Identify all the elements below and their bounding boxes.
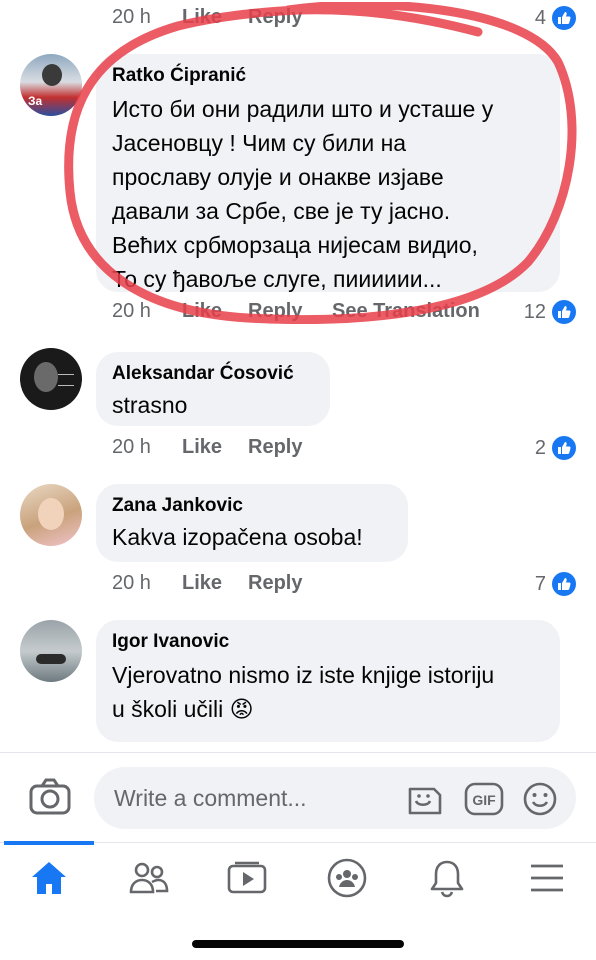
reaction-count[interactable]: 4 <box>535 4 578 32</box>
tab-home[interactable] <box>0 843 98 913</box>
comment-line: Већих србморзаца нијесам видио, <box>112 232 478 258</box>
menu-icon <box>531 864 563 892</box>
comment-author[interactable]: Aleksandar Ćosović <box>112 362 314 386</box>
bottom-tab-bar <box>0 841 596 913</box>
comment-text: strasno <box>112 392 188 418</box>
comment-author[interactable]: Igor Ivanovic <box>112 630 544 654</box>
comment-placeholder: Write a comment... <box>114 785 307 811</box>
comment-line: Vjerovatno nismo iz iste knjige istoriju <box>112 662 495 688</box>
avatar-text-lines <box>58 374 74 386</box>
like-count: 4 <box>534 6 546 29</box>
reply-action[interactable]: Reply <box>248 572 302 595</box>
comment-time: 20 h <box>112 6 151 28</box>
reaction-count[interactable]: 12 <box>524 298 578 326</box>
comment-input[interactable]: Write a comment... GIF <box>94 767 576 829</box>
comment-author[interactable]: Zana Jankovic <box>112 494 392 518</box>
home-indicator <box>192 940 404 948</box>
comment-line: Јасеновцу ! Чим су били на <box>112 130 407 156</box>
comment-line: То су ђавоље слуге, пииииии... <box>112 266 442 292</box>
comment-time: 20 h <box>112 436 151 458</box>
avatar[interactable] <box>20 348 82 410</box>
thumbs-up-icon <box>550 570 578 598</box>
comment-line: Исто би они радили што и усташе у <box>112 96 494 122</box>
avatar[interactable]: За <box>20 54 82 116</box>
tab-menu[interactable] <box>498 843 596 913</box>
like-action[interactable]: Like <box>182 6 222 29</box>
camera-icon[interactable] <box>28 777 72 822</box>
comment-time: 20 h <box>112 572 151 594</box>
comment-bubble: Ratko Ćipranić Исто би они радили што и … <box>96 54 560 292</box>
tab-friends[interactable] <box>100 843 198 913</box>
comment-line: давали за Србе, све је ту јасно. <box>112 198 451 224</box>
reply-action[interactable]: Reply <box>248 6 302 29</box>
friends-icon <box>129 862 169 894</box>
tab-notifications[interactable] <box>398 843 496 913</box>
like-action[interactable]: Like <box>182 300 222 323</box>
like-count: 12 <box>523 300 546 323</box>
comment-meta-row: 20 h Like Reply <box>0 436 596 460</box>
avatar-person <box>42 64 62 86</box>
comment-author[interactable]: Ratko Ćipranić <box>112 64 544 88</box>
comment-line: u školi učili 😡 <box>112 696 254 722</box>
thumbs-up-icon <box>550 434 578 462</box>
comment-meta-row: 20 h Like Reply <box>0 6 596 30</box>
notifications-icon <box>430 860 464 898</box>
emoji-icon[interactable] <box>522 781 558 822</box>
avatar-face <box>34 362 58 392</box>
comment-text: Исто би они радили што и усташе у Јасено… <box>112 92 544 296</box>
gif-icon[interactable]: GIF <box>464 781 504 822</box>
comment-bubble: Aleksandar Ćosović strasno <box>96 352 330 426</box>
reaction-count[interactable]: 7 <box>535 570 578 598</box>
avatar[interactable] <box>20 620 82 682</box>
home-icon <box>32 862 66 894</box>
avatar-badge: За <box>28 94 43 108</box>
tab-groups[interactable] <box>298 843 396 913</box>
gif-label: GIF <box>472 792 496 808</box>
avatar[interactable] <box>20 484 82 546</box>
like-count: 7 <box>534 572 546 595</box>
avatar-jetski <box>36 654 66 664</box>
comment-bubble: Zana Jankovic Kakva izopačena osoba! <box>96 484 408 562</box>
watch-icon <box>227 861 267 894</box>
avatar-face <box>38 498 64 530</box>
reply-action[interactable]: Reply <box>248 300 302 323</box>
comment-composer: Write a comment... GIF <box>0 752 596 843</box>
tab-watch[interactable] <box>198 843 296 913</box>
comment-text: Kakva izopačena osoba! <box>112 524 363 550</box>
groups-icon <box>327 858 367 898</box>
thumbs-up-icon <box>550 298 578 326</box>
sticker-icon[interactable] <box>406 781 444 822</box>
comment-line: прославу олује и онакве изјаве <box>112 164 444 190</box>
see-translation-link[interactable]: See Translation <box>332 300 480 323</box>
reply-action[interactable]: Reply <box>248 436 302 459</box>
thumbs-up-icon <box>550 4 578 32</box>
comment-bubble: Igor Ivanovic Vjerovatno nismo iz iste k… <box>96 620 560 742</box>
comment-meta-row: 20 h Like Reply See Translation <box>0 300 596 324</box>
comment-time: 20 h <box>112 300 151 322</box>
reaction-count[interactable]: 2 <box>535 434 578 462</box>
like-action[interactable]: Like <box>182 572 222 595</box>
comment-meta-row: 20 h Like Reply <box>0 572 596 596</box>
like-count: 2 <box>534 436 546 459</box>
comment-text: Vjerovatno nismo iz iste knjige istoriju… <box>112 658 544 726</box>
like-action[interactable]: Like <box>182 436 222 459</box>
